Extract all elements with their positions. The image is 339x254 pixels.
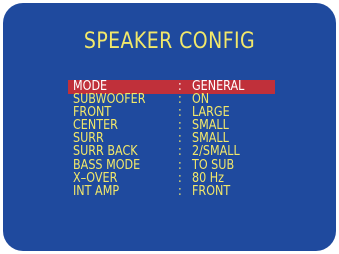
separator: : <box>178 118 182 134</box>
separator: : <box>178 183 182 199</box>
speaker-config-menu: MODE : GENERAL SUBWOOFER : ON FRONT : LA… <box>68 80 278 198</box>
separator: : <box>178 105 182 121</box>
menu-item-value: SMALL <box>192 131 229 147</box>
separator: : <box>178 157 182 173</box>
menu-item-value: FRONT <box>192 183 231 199</box>
menu-item-value: ON <box>192 92 210 108</box>
menu-item-label: BASS MODE <box>73 157 141 173</box>
menu-item-value: TO SUB <box>192 157 235 173</box>
screen-title: SPEAKER CONFIG <box>83 29 256 54</box>
menu-item-label: CENTER <box>73 118 118 134</box>
osd-panel: SPEAKER CONFIG MODE : GENERAL SUBWOOFER … <box>3 3 336 251</box>
menu-item-label: SURR BACK <box>73 144 138 160</box>
menu-item-label: SUBWOOFER <box>73 92 146 108</box>
separator: : <box>178 170 182 186</box>
separator: : <box>178 144 182 160</box>
separator: : <box>178 79 182 94</box>
menu-item-label: SURR <box>73 131 104 147</box>
separator: : <box>178 92 182 108</box>
menu-item-label: FRONT <box>73 105 112 121</box>
menu-item-int-amp[interactable]: INT AMP : FRONT <box>68 185 278 198</box>
menu-item-label: X–OVER <box>73 170 118 186</box>
menu-item-label: MODE <box>73 79 108 94</box>
menu-item-value: 2/SMALL <box>192 144 240 160</box>
menu-item-value: SMALL <box>192 118 229 134</box>
menu-item-value: GENERAL <box>192 79 245 94</box>
menu-item-value: LARGE <box>192 105 230 121</box>
menu-item-value: 80 Hz <box>192 170 225 186</box>
separator: : <box>178 131 182 147</box>
menu-item-label: INT AMP <box>73 183 120 199</box>
